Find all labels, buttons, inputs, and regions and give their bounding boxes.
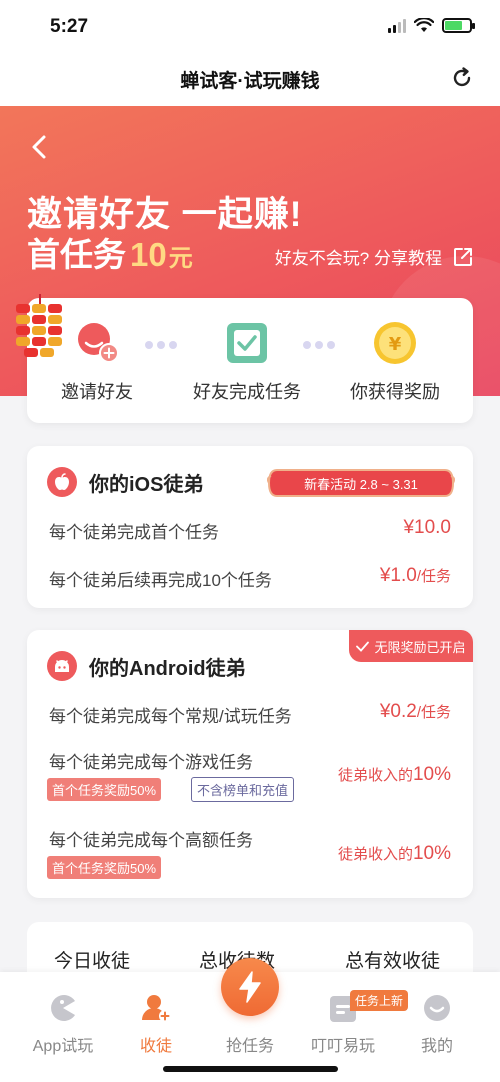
android-row-label: 每个徒弟完成每个游戏任务 xyxy=(49,753,253,772)
spring-event-label: 新春活动 2.8 ~ 3.31 xyxy=(304,477,418,492)
reward-percent: 10% xyxy=(412,843,451,864)
apple-icon xyxy=(47,467,77,497)
stat-valid-label: 总有效收徒 xyxy=(345,951,441,972)
android-row-value: 徒弟收入的10% xyxy=(338,843,451,865)
android-apprentice-card: 无限奖励已开启 你的Android徒弟 每个徒弟完成每个常规/试玩任务 ¥0.2… xyxy=(27,630,473,898)
back-arrow-icon[interactable] xyxy=(28,134,50,160)
banner-subheadline: 首任务 10 元 xyxy=(27,228,193,276)
yen-coin-icon: ¥ xyxy=(374,322,416,364)
nav-bar: 蝉试客·试玩赚钱 xyxy=(0,56,500,106)
task-check-icon xyxy=(227,323,267,363)
step-connector-dots xyxy=(145,341,177,349)
invite-steps-card: 邀请好友 好友完成任务 ¥ 你获得奖励 xyxy=(27,298,473,423)
first-task-bonus-tag: 首个任务奖励50% xyxy=(47,778,162,801)
ios-row-value: ¥10.0 xyxy=(403,517,451,539)
svg-text:¥: ¥ xyxy=(389,334,402,355)
tab-label: 收徒 xyxy=(139,1038,172,1055)
android-row-label: 每个徒弟完成每个高额任务 xyxy=(49,831,253,850)
first-task-bonus-tag: 首个任务奖励50% xyxy=(47,856,162,879)
reward-unit: /任务 xyxy=(416,704,451,721)
reward-prefix: 徒弟收入的 xyxy=(337,767,413,784)
profile-icon xyxy=(424,995,450,1021)
stat-today-label: 今日收徒 xyxy=(54,951,131,972)
share-external-icon xyxy=(454,247,472,266)
grab-task-center-button[interactable] xyxy=(221,958,279,1016)
android-icon xyxy=(47,651,77,681)
step-label: 你获得奖励 xyxy=(350,382,440,402)
android-card-title: 你的Android徒弟 xyxy=(89,658,246,680)
reward-amount: ¥10.0 xyxy=(403,517,451,538)
excludes-ranking-tag: 不含榜单和充值 xyxy=(191,777,295,802)
tab-label: 抢任务 xyxy=(225,1038,274,1055)
page-title: 蝉试客·试玩赚钱 xyxy=(180,71,320,92)
check-icon xyxy=(356,641,370,652)
headline-prefix: 首任务 xyxy=(27,236,126,273)
reward-amount: ¥1.0 xyxy=(379,565,417,586)
new-tasks-badge: 任务上新 xyxy=(350,990,409,1011)
tab-app-trial[interactable]: App试玩 xyxy=(13,992,113,1056)
headline-unit: 元 xyxy=(168,245,193,272)
tab-label: 我的 xyxy=(420,1038,453,1055)
add-user-icon xyxy=(142,995,171,1022)
tab-recruit[interactable]: 收徒 xyxy=(106,992,206,1056)
refresh-icon[interactable] xyxy=(450,66,474,90)
step-label: 好友完成任务 xyxy=(193,382,301,402)
battery-icon xyxy=(442,18,475,33)
unlimited-reward-label: 无限奖励已开启 xyxy=(374,639,466,655)
step-you-get-reward: ¥ 你获得奖励 xyxy=(325,318,465,404)
ios-apprentice-card: 你的iOS徒弟 新春活动 2.8 ~ 3.31 每个徒弟完成首个任务 ¥10.0… xyxy=(27,446,473,608)
unlimited-reward-badge: 无限奖励已开启 xyxy=(349,630,473,662)
ios-row-value: ¥1.0/任务 xyxy=(380,565,451,587)
firecracker-icon xyxy=(16,294,62,357)
ios-row-label: 每个徒弟完成首个任务 xyxy=(49,523,219,542)
ios-card-title: 你的iOS徒弟 xyxy=(89,474,204,496)
wifi-icon xyxy=(414,18,434,32)
android-row-value: 徒弟收入的10% xyxy=(338,764,451,786)
tab-label: 叮叮易玩 xyxy=(310,1038,375,1055)
home-indicator xyxy=(163,1066,338,1072)
reward-percent: 10% xyxy=(412,764,451,785)
step-label: 邀请好友 xyxy=(61,382,133,402)
android-row-label: 每个徒弟完成每个常规/试玩任务 xyxy=(49,707,292,726)
reward-unit: /任务 xyxy=(416,568,451,585)
lightning-icon xyxy=(239,971,261,1003)
pacman-icon xyxy=(51,995,75,1021)
status-bar: 5:27 xyxy=(0,0,500,56)
android-row-value: ¥0.2/任务 xyxy=(380,701,451,723)
share-tutorial-label: 好友不会玩? 分享教程 xyxy=(274,249,442,268)
ios-row-label: 每个徒弟后续再完成10个任务 xyxy=(49,571,272,590)
cellular-signal-icon xyxy=(388,18,406,33)
status-icons xyxy=(388,18,475,33)
spring-event-badge: 新春活动 2.8 ~ 3.31 xyxy=(267,466,455,500)
reward-prefix: 徒弟收入的 xyxy=(337,846,413,863)
headline-amount: 10 xyxy=(130,236,167,273)
status-time: 5:27 xyxy=(50,16,89,37)
tab-label: App试玩 xyxy=(32,1038,94,1055)
step-friend-completes-task: 好友完成任务 xyxy=(177,318,317,404)
invite-user-icon xyxy=(78,323,119,363)
reward-amount: ¥0.2 xyxy=(379,701,417,722)
share-tutorial-link[interactable]: 好友不会玩? 分享教程 xyxy=(275,244,474,269)
